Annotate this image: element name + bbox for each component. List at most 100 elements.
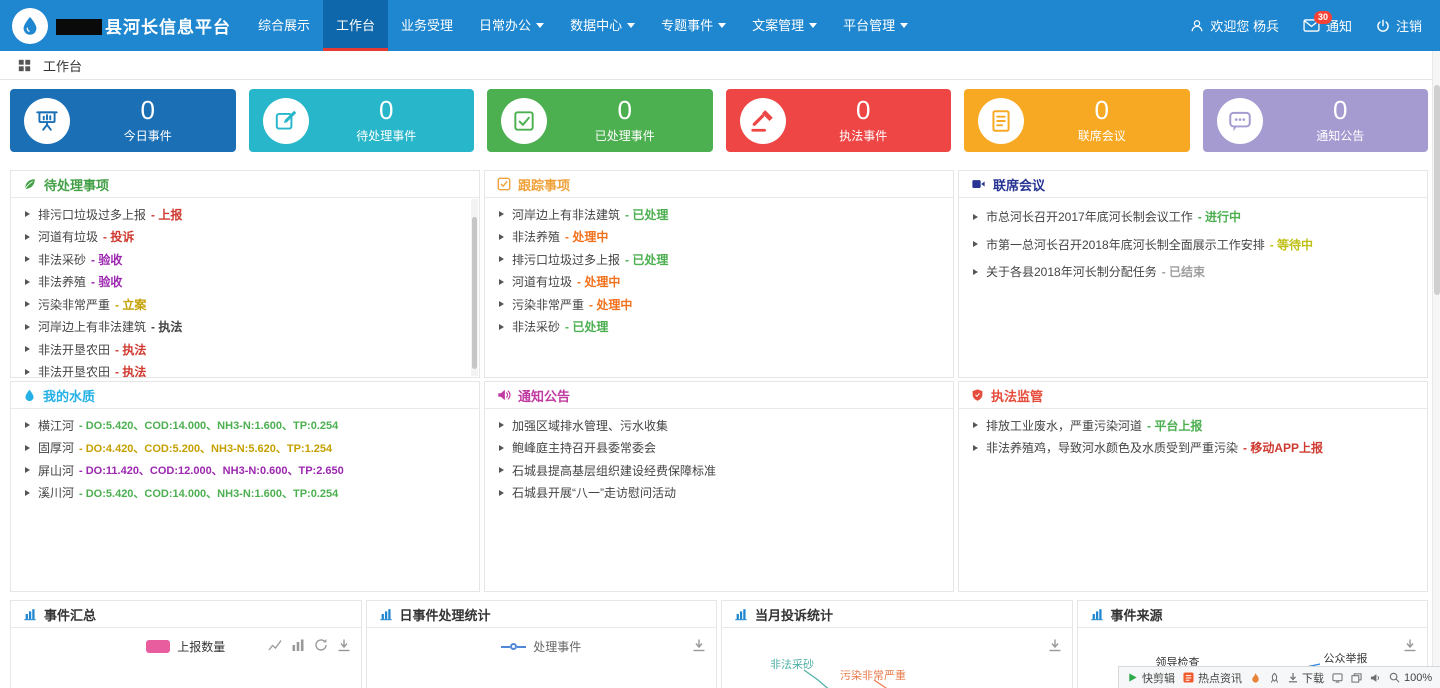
hot-news-button[interactable]: 热点资讯 xyxy=(1183,670,1242,686)
pending-item[interactable]: 非法开垦农田- 执法 xyxy=(11,338,479,361)
event-status: - 平台上报 xyxy=(1147,417,1202,434)
pending-item[interactable]: 非法采砂- 验收 xyxy=(11,248,479,271)
chart-header-summary: 事件汇总 xyxy=(11,601,361,628)
water-item[interactable]: 溪川河- DO:5.420、COD:14.000、NH3-N:1.600、TP:… xyxy=(11,482,479,505)
panel-scrollbar[interactable] xyxy=(471,199,478,376)
caret-right-icon xyxy=(25,445,30,451)
pending-item[interactable]: 河岸边上有非法建筑- 执法 xyxy=(11,316,479,339)
caret-right-icon xyxy=(499,422,504,428)
card-today-events[interactable]: 0今日事件 xyxy=(10,89,236,152)
water-values: - DO:11.420、COD:12.000、NH3-N:0.600、TP:2.… xyxy=(79,462,344,478)
pending-item[interactable]: 污染非常严重- 立案 xyxy=(11,293,479,316)
card-joint-meetings[interactable]: 0联席会议 xyxy=(964,89,1190,152)
enforcement-item[interactable]: 非法养殖鸡，导致河水颜色及水质受到严重污染- 移动APP上报 xyxy=(959,437,1427,460)
zoom-level: 100% xyxy=(1404,672,1432,684)
download-icon[interactable] xyxy=(1403,638,1417,652)
water-item[interactable]: 固厚河- DO:4.420、COD:5.200、NH3-N:5.620、TP:1… xyxy=(11,437,479,460)
card-pending-events[interactable]: 0待处理事件 xyxy=(249,89,475,152)
nav-item-special-events[interactable]: 专题事件 xyxy=(648,0,739,51)
water-values: - DO:5.420、COD:14.000、NH3-N:1.600、TP:0.2… xyxy=(79,485,338,501)
tracking-item[interactable]: 河道有垃圾- 处理中 xyxy=(485,271,953,294)
zoom-control[interactable]: 100% xyxy=(1389,672,1432,684)
nav-item-workbench[interactable]: 工作台 xyxy=(323,0,388,51)
nav-item-business[interactable]: 业务受理 xyxy=(388,0,466,51)
panel-title: 执法监管 xyxy=(991,386,1043,405)
pending-item[interactable]: 非法开垦农田- 执法 xyxy=(11,361,479,379)
caret-right-icon xyxy=(25,301,30,307)
card-announcements[interactable]: 0通知公告 xyxy=(1203,89,1429,152)
pie-leader-line xyxy=(802,668,842,688)
grid-menu-icon[interactable] xyxy=(18,59,31,72)
notifications-button[interactable]: 30 通知 xyxy=(1303,16,1352,35)
meeting-status: - 等待中 xyxy=(1270,236,1313,253)
download-icon[interactable] xyxy=(692,638,706,652)
logout-button[interactable]: 注销 xyxy=(1376,16,1422,35)
browser-status-bar: 快剪辑 热点资讯 下载 100% xyxy=(1118,666,1440,688)
water-item[interactable]: 横江河- DO:5.420、COD:14.000、NH3-N:1.600、TP:… xyxy=(11,414,479,437)
breadcrumb: 工作台 xyxy=(0,51,1440,80)
download-icon[interactable] xyxy=(337,638,351,652)
panel-title: 我的水质 xyxy=(43,386,95,405)
tracking-item[interactable]: 污染非常严重- 处理中 xyxy=(485,293,953,316)
tracking-item[interactable]: 排污口垃圾过多上报- 已处理 xyxy=(485,248,953,271)
bar-chart-icon xyxy=(1090,607,1104,621)
scrollbar-thumb[interactable] xyxy=(472,217,477,369)
notice-item[interactable]: 鲍峰庭主持召开县委常委会 xyxy=(485,437,953,460)
user-menu[interactable]: 欢迎您 杨兵 xyxy=(1190,16,1279,35)
tracking-item[interactable]: 非法采砂- 已处理 xyxy=(485,316,953,339)
event-title: 河道有垃圾 xyxy=(512,273,572,290)
quick-clip-button[interactable]: 快剪辑 xyxy=(1127,670,1175,686)
download-icon[interactable] xyxy=(1048,638,1062,652)
event-title: 污染非常严重 xyxy=(512,296,584,313)
event-status: - 投诉 xyxy=(103,228,134,245)
notice-item[interactable]: 石城县提高基层组织建设经费保障标准 xyxy=(485,459,953,482)
card-processed-events[interactable]: 0已处理事件 xyxy=(487,89,713,152)
panel-header-notices: 通知公告 xyxy=(485,382,953,409)
line-chart-icon[interactable] xyxy=(268,638,282,652)
windows-arrange-icon[interactable] xyxy=(1351,673,1362,683)
tracking-item[interactable]: 非法养殖- 处理中 xyxy=(485,226,953,249)
redacted-county-name xyxy=(56,19,102,35)
meeting-item[interactable]: 市第一总河长召开2018年底河长制全面展示工作安排- 等待中 xyxy=(959,231,1427,259)
notice-item[interactable]: 加强区域排水管理、污水收集 xyxy=(485,414,953,437)
notice-item[interactable]: 石城县开展“八一”走访慰问活动 xyxy=(485,482,953,505)
meetings-list: 市总河长召开2017年底河长制会议工作- 进行中 市第一总河长召开2018年底河… xyxy=(959,198,1427,286)
flame-icon[interactable] xyxy=(1250,672,1261,684)
caret-right-icon xyxy=(25,211,30,217)
pending-item[interactable]: 排污口垃圾过多上报- 上报 xyxy=(11,203,479,226)
card-enforcement-events[interactable]: 0执法事件 xyxy=(726,89,952,152)
meeting-item[interactable]: 市总河长召开2017年底河长制会议工作- 进行中 xyxy=(959,203,1427,231)
scrollbar-thumb[interactable] xyxy=(1434,85,1440,295)
event-status: - 验收 xyxy=(91,273,122,290)
meeting-title: 市总河长召开2017年底河长制会议工作 xyxy=(986,208,1193,225)
speaker-icon[interactable] xyxy=(1370,673,1381,683)
chart-header-daily: 日事件处理统计 xyxy=(367,601,717,628)
event-title: 排污口垃圾过多上报 xyxy=(512,251,620,268)
pending-item[interactable]: 非法养殖- 验收 xyxy=(11,271,479,294)
page-scrollbar[interactable] xyxy=(1432,51,1440,688)
nav-item-daily-office[interactable]: 日常办公 xyxy=(466,0,557,51)
chart-legend[interactable]: 处理事件 xyxy=(367,638,717,655)
meeting-item[interactable]: 关于各县2018年河长制分配任务- 已结束 xyxy=(959,258,1427,286)
rocket-icon[interactable] xyxy=(1269,672,1280,684)
nav-item-data-center[interactable]: 数据中心 xyxy=(557,0,648,51)
bar-chart-icon xyxy=(23,607,37,621)
pending-item[interactable]: 河道有垃圾- 投诉 xyxy=(11,226,479,249)
user-icon xyxy=(1190,19,1204,33)
water-item[interactable]: 屏山河- DO:11.420、COD:12.000、NH3-N:0.600、TP… xyxy=(11,459,479,482)
chart-daily-processing: 日事件处理统计 处理事件 xyxy=(366,600,718,688)
nav-item-document-mgmt[interactable]: 文案管理 xyxy=(739,0,830,51)
screenshot-icon[interactable] xyxy=(1332,673,1343,683)
nav-item-platform-mgmt[interactable]: 平台管理 xyxy=(830,0,921,51)
event-status: - 已处理 xyxy=(625,206,668,223)
refresh-icon[interactable] xyxy=(314,638,328,652)
stat-label: 联席会议 xyxy=(1024,127,1180,144)
tracking-item[interactable]: 河岸边上有非法建筑- 已处理 xyxy=(485,203,953,226)
video-camera-icon xyxy=(971,177,986,191)
enforcement-item[interactable]: 排放工业废水，严重污染河道- 平台上报 xyxy=(959,414,1427,437)
download-button[interactable]: 下载 xyxy=(1288,670,1324,686)
nav-item-overview[interactable]: 综合展示 xyxy=(245,0,323,51)
bar-chart-icon[interactable] xyxy=(291,638,305,652)
daily-chart-area: 处理事件 xyxy=(367,628,717,688)
caret-right-icon xyxy=(499,211,504,217)
